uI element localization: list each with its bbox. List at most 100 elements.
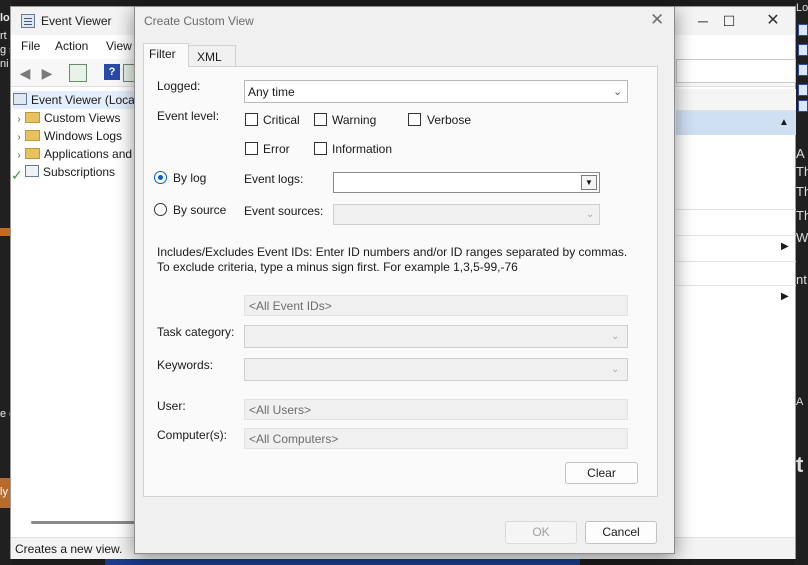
critical-label: Critical: [263, 113, 300, 127]
by-log-radio[interactable]: [154, 171, 167, 184]
filter-panel: Logged: Any time ⌄ Event level: Critical…: [143, 66, 658, 497]
tree-item-applications[interactable]: › Applications and Services Logs: [13, 145, 139, 163]
bg-right-text: Th: [796, 164, 808, 179]
computer-input[interactable]: <All Computers>: [244, 428, 628, 449]
subscriptions-icon: [25, 165, 39, 177]
tree-item-root[interactable]: Event Viewer (Local): [13, 91, 139, 109]
event-sources-label: Event sources:: [244, 204, 324, 218]
status-text: Creates a new view.: [15, 542, 123, 556]
bg-right-text: A: [796, 146, 805, 161]
warning-checkbox[interactable]: [314, 113, 327, 126]
collapse-up-icon[interactable]: ▲: [779, 117, 789, 128]
forward-arrow-icon[interactable]: ▶: [37, 64, 57, 82]
information-label: Information: [332, 142, 393, 156]
divider: [676, 209, 796, 210]
error-checkbox[interactable]: [245, 142, 258, 155]
verbose-checkbox[interactable]: [408, 113, 421, 126]
event-viewer-icon: [13, 93, 27, 105]
keywords-label: Keywords:: [157, 358, 214, 372]
logged-value: Any time: [248, 85, 295, 99]
user-label: User:: [157, 399, 186, 413]
user-input[interactable]: <All Users>: [244, 399, 628, 420]
tab-xml[interactable]: XML: [188, 45, 236, 66]
event-logs-dropdown[interactable]: ▼: [333, 172, 600, 193]
critical-checkbox[interactable]: [245, 113, 258, 126]
chevron-right-icon[interactable]: ›: [13, 129, 25, 145]
keywords-dropdown[interactable]: ⌄: [244, 358, 628, 381]
clear-button[interactable]: Clear: [565, 462, 638, 484]
chevron-right-icon[interactable]: ›: [13, 111, 25, 127]
chevron-down-icon: ⌄: [613, 86, 623, 98]
event-level-label: Event level:: [157, 109, 220, 123]
actions-header[interactable]: [676, 111, 796, 135]
horizontal-scrollbar[interactable]: [31, 521, 141, 524]
bg-right-text: Lo: [796, 2, 808, 14]
right-pane-header: [676, 89, 796, 111]
bg-right-text: Th: [796, 184, 808, 199]
info-icon: [798, 84, 808, 96]
task-category-dropdown[interactable]: ⌄: [244, 325, 628, 348]
tree-item-label: Custom Views: [44, 111, 121, 125]
navigation-tree: Event Viewer (Local) › Custom Views › Wind…: [13, 89, 141, 519]
divider: [676, 285, 796, 286]
info-icon: [798, 64, 808, 76]
close-icon[interactable]: ✕: [650, 10, 664, 30]
right-pane-field: [676, 59, 796, 83]
tree-item-custom-views[interactable]: › Custom Views: [13, 109, 139, 127]
folder-icon: [25, 112, 40, 123]
tree-item-label: Subscriptions: [43, 165, 116, 179]
close-icon[interactable]: ✕: [753, 11, 793, 31]
tab-label: Filter: [149, 47, 176, 61]
menu-view[interactable]: View: [106, 39, 132, 53]
computer-placeholder: <All Computers>: [249, 432, 339, 446]
by-source-radio[interactable]: [154, 203, 167, 216]
bg-right-text: t: [796, 452, 804, 477]
ok-button[interactable]: OK: [505, 521, 577, 544]
task-category-label: Task category:: [157, 325, 235, 339]
chevron-down-icon: ⌄: [611, 331, 620, 342]
tab-filter[interactable]: Filter: [143, 43, 189, 67]
computer-label: Computer(s):: [157, 428, 228, 442]
checkmark-icon: ✓: [11, 167, 23, 183]
event-ids-input[interactable]: <All Event IDs>: [244, 295, 628, 316]
tree-item-subscriptions[interactable]: Subscriptions: [13, 163, 139, 181]
chevron-right-icon[interactable]: ›: [13, 147, 25, 163]
bg-right-text: W: [796, 230, 808, 245]
tab-label: XML: [197, 50, 222, 64]
bg-left-text: ly: [0, 486, 8, 498]
chevron-down-icon: ⌄: [586, 209, 595, 220]
event-ids-placeholder: <All Event IDs>: [249, 299, 332, 313]
by-log-label: By log: [173, 171, 207, 185]
maximize-icon[interactable]: ☐: [709, 11, 749, 31]
divider: [676, 261, 796, 262]
back-arrow-icon[interactable]: ◀: [15, 64, 35, 82]
bg-left-text: rt: [0, 30, 7, 42]
menu-action[interactable]: Action: [55, 39, 88, 53]
show-hide-tree-icon[interactable]: [69, 64, 87, 82]
tree-item-windows-logs[interactable]: › Windows Logs: [13, 127, 139, 145]
info-icon: [798, 100, 808, 112]
information-checkbox[interactable]: [314, 142, 327, 155]
bg-left-text: ni: [0, 58, 9, 70]
info-icon: [798, 44, 808, 56]
error-label: Error: [263, 142, 290, 156]
submenu-arrow-icon[interactable]: ▶: [781, 291, 789, 302]
submenu-arrow-icon[interactable]: ▶: [781, 241, 789, 252]
bg-right-text: nt: [796, 272, 807, 287]
info-icon: [798, 24, 808, 36]
chevron-down-icon: ⌄: [611, 364, 620, 375]
event-viewer-icon: [21, 14, 35, 28]
bg-right-text: Th: [796, 208, 808, 223]
event-logs-label: Event logs:: [244, 172, 304, 186]
event-ids-instructions: Includes/Excludes Event IDs: Enter ID nu…: [157, 245, 628, 274]
cancel-button[interactable]: Cancel: [585, 521, 657, 544]
menu-file[interactable]: File: [21, 39, 40, 53]
help-icon[interactable]: ?: [104, 64, 120, 80]
chevron-down-icon[interactable]: ▼: [581, 175, 597, 190]
window-title: Event Viewer: [41, 14, 112, 28]
logged-dropdown[interactable]: Any time ⌄: [244, 80, 628, 103]
user-placeholder: <All Users>: [249, 403, 312, 417]
event-sources-dropdown[interactable]: ⌄: [333, 204, 600, 225]
tree-item-label: Applications and Services Logs: [44, 147, 139, 161]
by-source-label: By source: [173, 203, 227, 217]
